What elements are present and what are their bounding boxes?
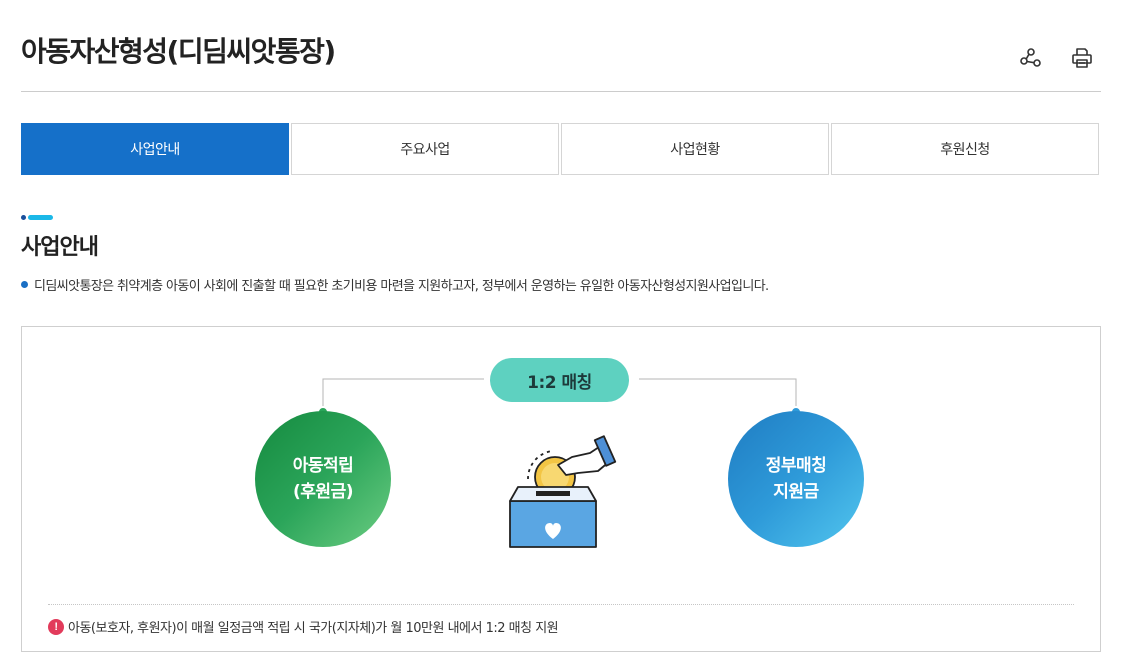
coin-donation-box-icon	[509, 435, 617, 548]
matching-info-box: 1:2 매칭 아동적립 (후원금) 정부매칭 지원금 ! 아동(보호자, 후원자…	[21, 326, 1101, 652]
matching-note: ! 아동(보호자, 후원자)이 매월 일정금액 적립 시 국가(지자체)가 월 …	[48, 617, 559, 636]
share-icon[interactable]	[1018, 46, 1042, 70]
child-savings-sublabel: (후원금)	[293, 482, 353, 502]
title-divider	[21, 91, 1101, 92]
government-matching-label: 정부매칭	[765, 456, 827, 476]
matching-ratio-badge: 1:2 매칭	[490, 358, 629, 402]
tab-sponsor-application[interactable]: 후원신청	[831, 123, 1099, 175]
tab-bar: 사업안내 주요사업 사업현황 후원신청	[21, 123, 1099, 175]
matching-note-text: 아동(보호자, 후원자)이 매월 일정금액 적립 시 국가(지자체)가 월 10…	[68, 621, 559, 636]
child-savings-label: 아동적립	[292, 456, 354, 476]
utility-icons	[1018, 46, 1094, 70]
print-icon[interactable]	[1070, 46, 1094, 70]
tab-business-status[interactable]: 사업현황	[561, 123, 829, 175]
section-description: 디딤씨앗통장은 취약계층 아동이 사회에 진출할 때 필요한 초기비용 마련을 …	[21, 275, 769, 294]
government-matching-circle: 정부매칭 지원금	[728, 411, 864, 547]
government-matching-sublabel: 지원금	[773, 482, 819, 502]
bullet-icon	[21, 281, 28, 288]
section-decoration	[21, 215, 53, 220]
tab-main-business[interactable]: 주요사업	[291, 123, 559, 175]
page-title: 아동자산형성(디딤씨앗통장)	[21, 35, 336, 68]
exclamation-icon: !	[48, 618, 64, 635]
child-savings-circle: 아동적립 (후원금)	[255, 411, 391, 547]
section-title: 사업안내	[21, 235, 99, 260]
description-text: 디딤씨앗통장은 취약계층 아동이 사회에 진출할 때 필요한 초기비용 마련을 …	[34, 279, 769, 294]
note-divider	[48, 604, 1074, 605]
tab-business-info[interactable]: 사업안내	[21, 123, 289, 175]
